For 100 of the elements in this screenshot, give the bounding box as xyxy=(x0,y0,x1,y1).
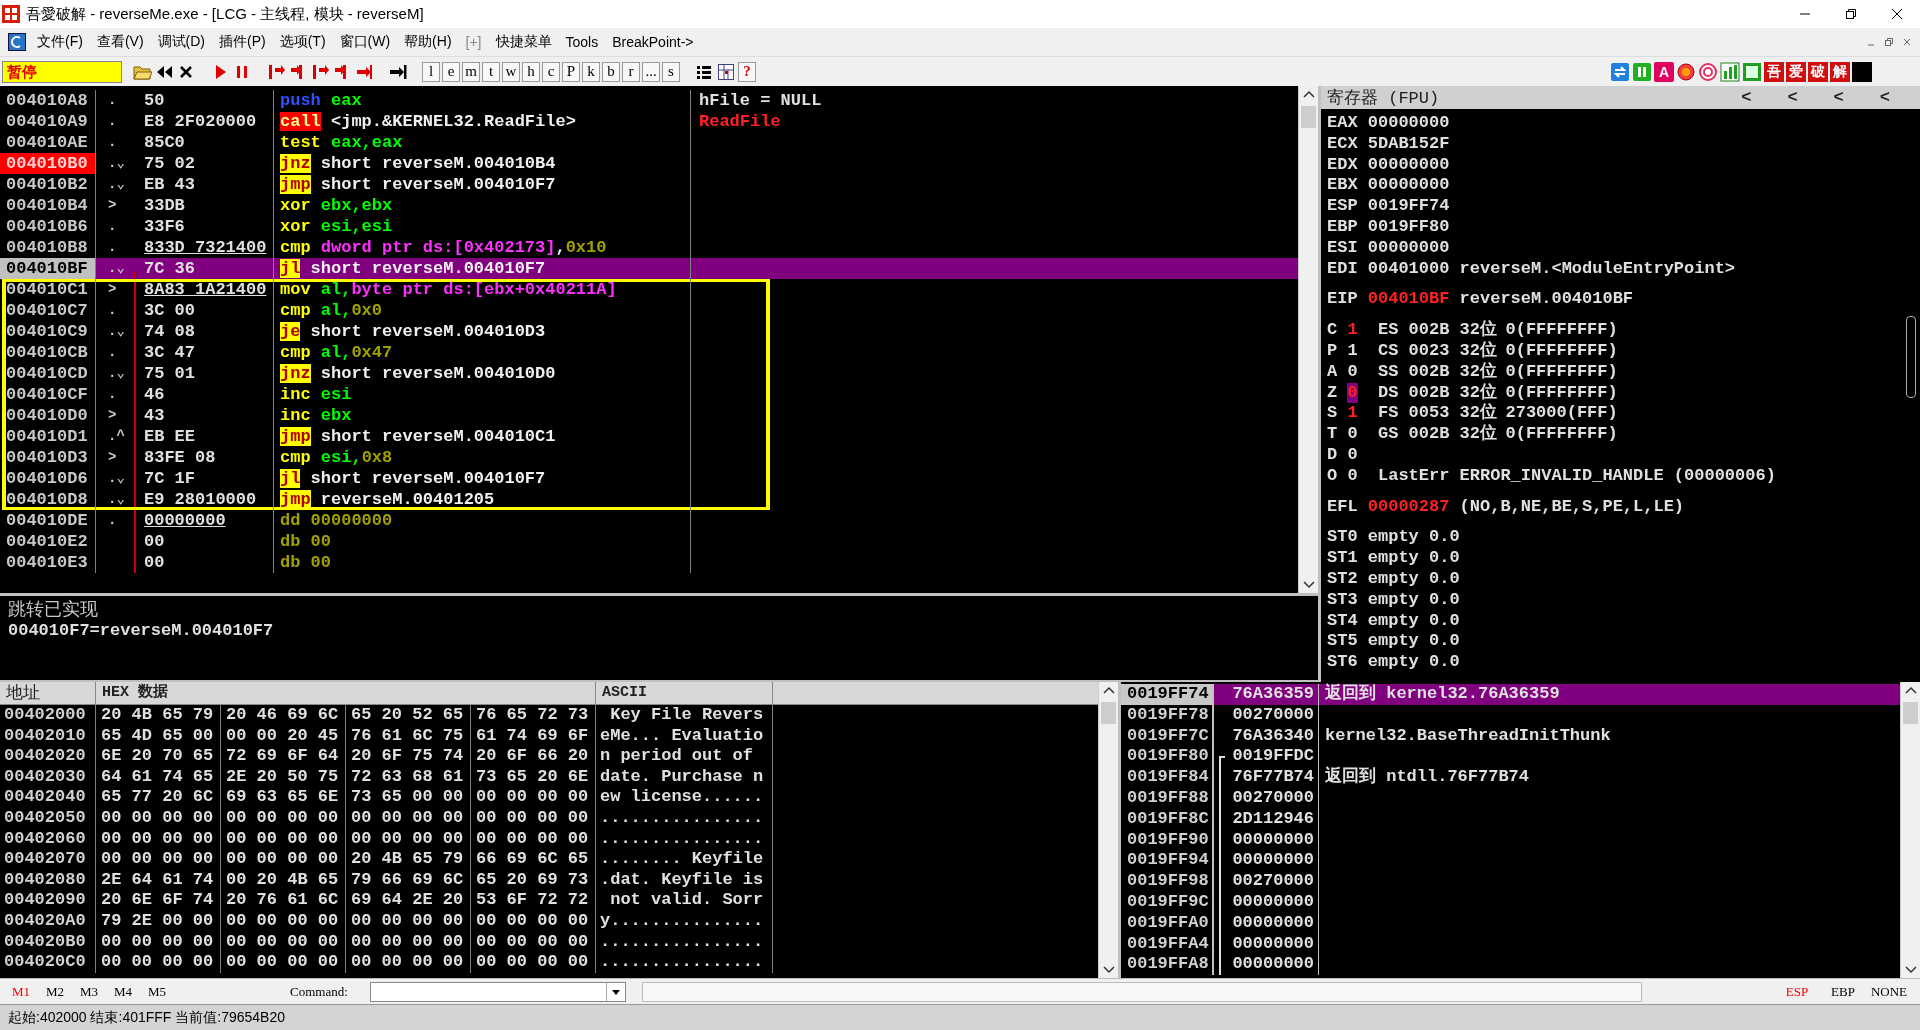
dropdown-icon[interactable] xyxy=(611,987,621,996)
command-field[interactable] xyxy=(370,981,626,1002)
code-row[interactable]: 004010B0 .⌄ 75 02 jnz short reverseM.004010B4 xyxy=(0,153,1298,174)
stack-row[interactable]: 0019FF78 00270000 xyxy=(1121,704,1900,726)
flag-value[interactable]: 0 xyxy=(1347,465,1358,487)
help-button[interactable]: ? xyxy=(738,61,756,82)
segment-selector: 0053 xyxy=(1408,403,1451,425)
window-icon[interactable] xyxy=(1742,61,1762,82)
ascii-cell: eMe... Evaluatio xyxy=(596,725,773,747)
toolbar-button[interactable]: A xyxy=(1654,61,1674,82)
address-cell: 004010B2 xyxy=(0,174,96,195)
scroll-indicator[interactable] xyxy=(1906,316,1916,398)
stack-row[interactable]: 0019FF74 76A36359 返回到 kernel32.76A36359 xyxy=(1121,684,1900,705)
menu-item[interactable]: 选项(T) xyxy=(272,30,333,54)
flag-value[interactable]: 0 xyxy=(1347,424,1358,445)
hex-cell: 00 00 00 00 xyxy=(96,931,221,953)
code-row[interactable]: 004010A8 . 50 push eax hFile = NULL xyxy=(0,90,1298,111)
restore-icon[interactable] xyxy=(1845,8,1857,20)
register-value: 5DAB152F xyxy=(1367,133,1451,155)
toolbar-button[interactable]: P xyxy=(562,61,580,82)
menu-item[interactable]: 快捷菜单 xyxy=(488,30,559,54)
jump-marker: .^ xyxy=(107,427,126,446)
record-icon[interactable] xyxy=(1676,61,1696,82)
nav-button[interactable]: < xyxy=(1833,88,1844,107)
menu-item[interactable]: 调试(D) xyxy=(150,30,212,54)
nav-button[interactable]: < xyxy=(1879,88,1890,107)
toolbar-button[interactable]: 解 xyxy=(1830,61,1850,82)
code-row[interactable]: 004010B2 .⌄ EB 43 jmp short reverseM.004010F7 xyxy=(0,174,1298,195)
memory-tab[interactable]: M4 xyxy=(106,983,140,1000)
flag-name: C xyxy=(1327,320,1339,341)
stack-mode-tab[interactable]: ESP xyxy=(1774,983,1820,1000)
close-icon[interactable] xyxy=(1891,8,1903,20)
menu-item[interactable]: 查看(V) xyxy=(89,30,151,54)
toolbar-button[interactable]: h xyxy=(522,61,540,82)
jump-marker: . xyxy=(107,343,118,362)
code-row[interactable]: 004010B4 > 33DB xor ebx,ebx xyxy=(0,195,1298,216)
instruction-cell: push eax xyxy=(274,90,691,111)
hex-cell: 00 00 00 00 xyxy=(221,952,346,973)
toolbar-button[interactable]: r xyxy=(622,61,640,82)
register-name: ESI xyxy=(1327,237,1359,259)
fpu-tag: empty xyxy=(1367,652,1429,673)
memory-tab[interactable]: M1 xyxy=(4,983,38,1000)
code-row[interactable]: 004010B6 . 33F6 xor esi,esi xyxy=(0,216,1298,237)
scroll-thumb[interactable] xyxy=(1903,702,1918,724)
toolbar-button[interactable]: b xyxy=(602,61,620,82)
grid-icon[interactable] xyxy=(716,61,736,82)
chart-icon[interactable] xyxy=(1720,61,1740,82)
menu-item[interactable]: Tools xyxy=(558,31,606,53)
toolbar-button[interactable]: l xyxy=(422,61,440,82)
stack-mode-tab[interactable]: NONE xyxy=(1866,983,1912,1000)
scrollbar[interactable] xyxy=(1900,682,1920,978)
value-cell: 00000000 xyxy=(1214,954,1319,976)
refresh-icon[interactable] xyxy=(1610,61,1630,82)
menu-item[interactable]: BreakPoint-> xyxy=(605,31,701,53)
target-icon[interactable] xyxy=(1698,61,1718,82)
toolbar-button[interactable]: 爱 xyxy=(1786,61,1806,82)
code-row[interactable]: 004010BF .⌄ 7C 36 jl short reverseM.004010F7 xyxy=(0,258,1298,279)
toolbar-button[interactable]: 破 xyxy=(1808,61,1828,82)
toolbar-button[interactable]: k xyxy=(582,61,600,82)
toolbar-button[interactable]: m xyxy=(462,61,480,82)
fpu-tag: empty xyxy=(1367,527,1429,549)
flag-value[interactable]: 1 xyxy=(1347,320,1358,341)
register-name: ESP xyxy=(1327,196,1359,217)
toolbar-button[interactable]: t xyxy=(482,61,500,82)
scroll-thumb[interactable] xyxy=(1101,702,1116,724)
ascii-cell: date. Purchase n xyxy=(596,766,773,788)
toolbar-button[interactable]: w xyxy=(502,61,520,82)
memory-tab[interactable]: M2 xyxy=(38,983,72,1000)
toolbar-button[interactable]: 吾 xyxy=(1764,61,1784,82)
menu-item[interactable]: 插件(P) xyxy=(212,30,273,54)
toolbar-button[interactable]: e xyxy=(442,61,460,82)
menu-item[interactable]: 文件(F) xyxy=(30,30,90,54)
register-value: 0019FF80 xyxy=(1367,217,1451,238)
nav-button[interactable]: < xyxy=(1741,88,1752,107)
menu-item[interactable]: 窗口(W) xyxy=(332,30,398,54)
hex-cell: 2E 20 50 75 xyxy=(221,766,346,788)
flag-value[interactable]: 1 xyxy=(1347,403,1358,425)
menu-item[interactable]: 帮助(H) xyxy=(397,30,459,54)
nav-button[interactable]: < xyxy=(1787,88,1798,107)
toolbar-button[interactable]: ... xyxy=(642,61,660,82)
jump-marker: . xyxy=(107,385,118,404)
scrollbar[interactable] xyxy=(1098,682,1118,978)
stack-mode-tab[interactable]: EBP xyxy=(1820,983,1866,1000)
toolbar-button[interactable]: s xyxy=(662,61,680,82)
scrollbar[interactable] xyxy=(1298,86,1318,593)
scroll-thumb[interactable] xyxy=(1301,106,1316,128)
flag-value[interactable]: 0 xyxy=(1347,444,1358,466)
input-field[interactable] xyxy=(642,981,1642,1002)
toolbar-button[interactable]: c xyxy=(542,61,560,82)
app-menu-icon[interactable] xyxy=(8,33,26,51)
hex-cell: 20 46 69 6C xyxy=(221,705,346,726)
memory-tab[interactable]: M5 xyxy=(140,983,174,1000)
hex-cell: 76 65 72 73 xyxy=(471,705,596,726)
code-row[interactable]: 004010A9 . E8 2F020000 call <jmp.&KERNEL32.ReadFile> ReadFile xyxy=(0,111,1298,132)
flag-value[interactable]: 1 xyxy=(1347,340,1358,362)
memory-tab[interactable]: M3 xyxy=(72,983,106,1000)
pause-icon[interactable] xyxy=(1632,61,1652,82)
square-icon[interactable] xyxy=(1852,61,1872,82)
last-error-value: ERROR_INVALID_HANDLE (00000006) xyxy=(1459,465,1776,487)
flag-value[interactable]: 0 xyxy=(1347,361,1358,383)
